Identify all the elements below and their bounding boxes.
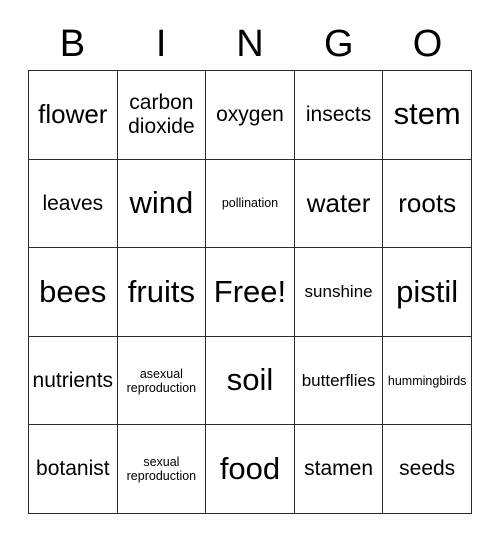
bingo-row: botanist sexual reproduction food stamen… — [29, 425, 472, 514]
bingo-cell-b2[interactable]: leaves — [29, 159, 118, 249]
bingo-row: flower carbon dioxide oxygen insects ste… — [29, 71, 472, 160]
bingo-cell-b5[interactable]: botanist — [29, 425, 118, 514]
bingo-header-letter-b: B — [59, 23, 86, 65]
bingo-header-letter-g: G — [324, 23, 354, 65]
bingo-cell-g3[interactable]: sunshine — [294, 248, 384, 337]
bingo-header-letter-o: O — [412, 23, 443, 65]
bingo-header-letter-n: N — [236, 23, 264, 65]
bingo-header: B I N G O — [28, 18, 472, 70]
bingo-cell-o4[interactable]: hummingbirds — [383, 336, 472, 426]
bingo-cell-i3[interactable]: fruits — [117, 248, 207, 337]
bingo-cell-b3[interactable]: bees — [29, 248, 118, 337]
bingo-row: nutrients asexual reproduction soil butt… — [29, 336, 472, 426]
bingo-cell-n5[interactable]: food — [206, 425, 295, 514]
bingo-cell-i1[interactable]: carbon dioxide — [117, 71, 207, 160]
bingo-row: leaves wind pollination water roots — [29, 159, 472, 249]
bingo-cell-i5[interactable]: sexual reproduction — [117, 425, 207, 514]
bingo-cell-g1[interactable]: insects — [294, 71, 384, 160]
bingo-cell-i4[interactable]: asexual reproduction — [117, 336, 207, 426]
bingo-cell-n1[interactable]: oxygen — [206, 71, 295, 160]
bingo-cell-free-space[interactable]: Free! — [206, 248, 295, 337]
bingo-cell-o2[interactable]: roots — [383, 159, 472, 249]
bingo-grid: flower carbon dioxide oxygen insects ste… — [28, 70, 472, 514]
bingo-cell-i2[interactable]: wind — [117, 159, 207, 249]
bingo-cell-o1[interactable]: stem — [383, 71, 472, 160]
bingo-cell-g2[interactable]: water — [294, 159, 384, 249]
bingo-cell-g4[interactable]: butterflies — [294, 336, 384, 426]
bingo-row: bees fruits Free! sunshine pistil — [29, 248, 472, 337]
bingo-cell-n4[interactable]: soil — [206, 336, 295, 426]
bingo-cell-b1[interactable]: flower — [29, 71, 118, 160]
bingo-cell-g5[interactable]: stamen — [294, 425, 384, 514]
bingo-cell-o5[interactable]: seeds — [383, 425, 472, 514]
bingo-cell-b4[interactable]: nutrients — [29, 336, 118, 426]
bingo-card: B I N G O flower carbon dioxide oxygen i… — [28, 18, 472, 514]
bingo-cell-o3[interactable]: pistil — [383, 248, 472, 337]
bingo-header-letter-i: I — [155, 23, 167, 65]
bingo-cell-n2[interactable]: pollination — [206, 159, 295, 249]
